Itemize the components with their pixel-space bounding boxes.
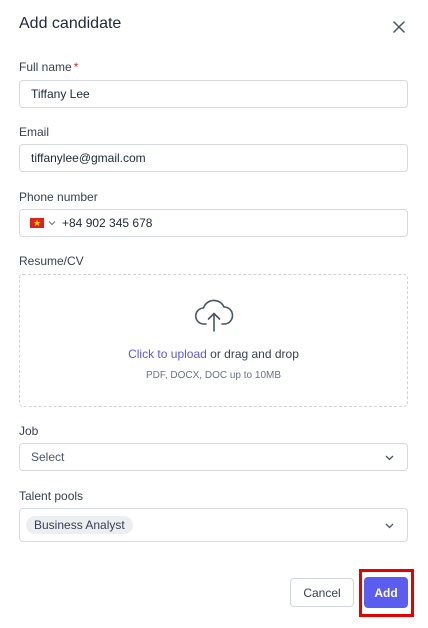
click-to-upload-link[interactable]: Click to upload [128, 347, 207, 361]
talent-pool-chip[interactable]: Business Analyst [26, 516, 133, 534]
phone-input[interactable]: +84 902 345 678 [19, 209, 408, 237]
dialog-title: Add candidate [19, 15, 122, 32]
full-name-label-text: Full name [19, 60, 72, 74]
talent-pools-select[interactable]: Business Analyst [19, 508, 408, 542]
job-placeholder: Select [31, 450, 65, 464]
country-chevron-down-icon[interactable] [48, 219, 56, 227]
add-button[interactable]: Add [364, 577, 408, 608]
chevron-down-icon [384, 520, 395, 531]
full-name-label: Full name * [19, 60, 78, 74]
talent-pools-label: Talent pools [19, 489, 84, 503]
cancel-button[interactable]: Cancel [290, 578, 354, 607]
phone-label: Phone number [19, 190, 98, 204]
full-name-value: Tiffany Lee [31, 87, 90, 101]
required-marker: * [73, 60, 79, 74]
upload-instructions: Click to upload or drag and drop [20, 347, 407, 361]
cloud-upload-icon [194, 299, 234, 332]
resume-dropzone[interactable]: Click to upload or drag and drop PDF, DO… [19, 274, 408, 407]
chevron-down-icon [384, 452, 395, 463]
job-label: Job [19, 424, 39, 438]
add-candidate-dialog: Add candidate Full name * Tiffany Lee Ema… [0, 0, 428, 628]
full-name-input[interactable]: Tiffany Lee [19, 80, 408, 108]
email-input[interactable]: tiffanylee@gmail.com [19, 144, 408, 172]
close-button[interactable] [390, 18, 408, 36]
email-label: Email [19, 125, 50, 139]
close-icon [393, 21, 405, 33]
email-value: tiffanylee@gmail.com [31, 151, 146, 165]
job-select[interactable]: Select [19, 443, 408, 471]
upload-hint: PDF, DOCX, DOC up to 10MB [145, 370, 282, 381]
vietnam-flag-icon[interactable] [30, 216, 44, 230]
phone-value: +84 902 345 678 [62, 216, 153, 230]
resume-label: Resume/CV [19, 254, 84, 268]
drag-drop-text: or drag and drop [210, 347, 299, 361]
